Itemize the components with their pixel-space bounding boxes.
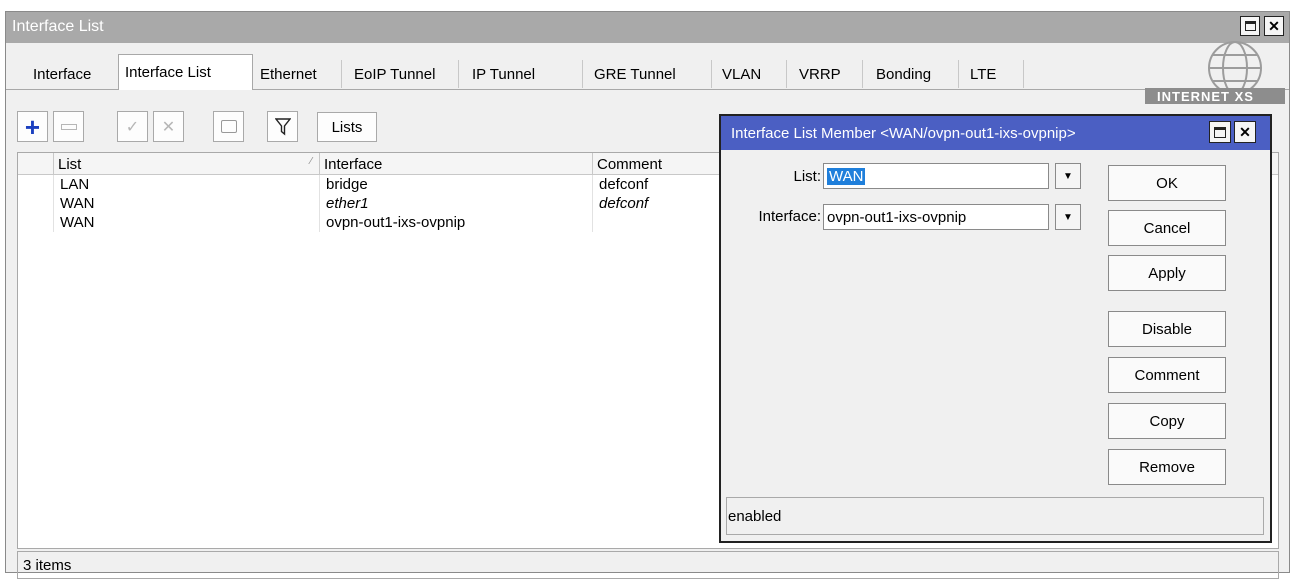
- add-button[interactable]: +: [17, 111, 48, 142]
- minus-icon: [60, 123, 77, 130]
- cancel-button[interactable]: Cancel: [1108, 210, 1226, 246]
- x-icon: ✕: [161, 118, 176, 136]
- cell-list: WAN: [60, 195, 95, 212]
- column-header-list-label: List: [58, 155, 82, 173]
- tab-vrrp[interactable]: VRRP: [793, 60, 863, 88]
- dialog-titlebar[interactable]: Interface List Member <WAN/ovpn-out1-ixs…: [721, 116, 1270, 150]
- list-select[interactable]: WAN: [823, 163, 1049, 189]
- comment-icon: [220, 120, 237, 133]
- dialog-title: Interface List Member <WAN/ovpn-out1-ixs…: [731, 124, 1076, 142]
- interface-label: Interface:: [758, 208, 821, 225]
- window-title: Interface List: [12, 18, 104, 35]
- disable-button[interactable]: ✕: [153, 111, 184, 142]
- list-value: WAN: [827, 167, 866, 185]
- disable-button[interactable]: Disable: [1108, 311, 1226, 347]
- chevron-down-icon: ▼: [1063, 211, 1073, 223]
- remove-button[interactable]: [53, 111, 84, 142]
- dialog-close-button[interactable]: ✕: [1234, 121, 1256, 143]
- interface-dropdown-button[interactable]: ▼: [1055, 204, 1081, 230]
- tab-bonding[interactable]: Bonding: [870, 60, 959, 88]
- tab-vlan[interactable]: VLAN: [716, 60, 787, 88]
- cell-interface: ether1: [326, 195, 369, 212]
- cell-list: LAN: [60, 176, 90, 193]
- logo-text: INTERNET XS: [1157, 89, 1254, 104]
- tab-gre-tunnel[interactable]: GRE Tunnel: [588, 60, 712, 88]
- apply-button[interactable]: Apply: [1108, 255, 1226, 291]
- plus-icon: +: [24, 111, 41, 142]
- window-titlebar[interactable]: Interface List: [6, 12, 1289, 43]
- column-header-list[interactable]: List ⁄: [53, 153, 318, 175]
- list-label: List:: [793, 168, 821, 185]
- check-icon: ✓: [125, 118, 140, 136]
- interface-value: ovpn-out1-ixs-ovpnip: [827, 208, 967, 226]
- dialog-status-bar: enabled: [726, 497, 1264, 535]
- interface-list-member-dialog: Interface List Member <WAN/ovpn-out1-ixs…: [719, 114, 1272, 543]
- filter-button[interactable]: [267, 111, 298, 142]
- comment-button[interactable]: [213, 111, 244, 142]
- cell-list: WAN: [60, 214, 95, 231]
- internet-xs-logo: INTERNET XS: [1145, 20, 1285, 128]
- interface-select[interactable]: ovpn-out1-ixs-ovpnip: [823, 204, 1049, 230]
- copy-button[interactable]: Copy: [1108, 403, 1226, 439]
- header-spacer: [18, 153, 52, 175]
- tab-lte[interactable]: LTE: [964, 60, 1024, 88]
- dialog-maximize-button[interactable]: [1209, 121, 1231, 143]
- tab-interface[interactable]: Interface: [27, 60, 97, 88]
- enable-button[interactable]: ✓: [117, 111, 148, 142]
- tab-eoip-tunnel[interactable]: EoIP Tunnel: [348, 60, 459, 88]
- comment-button[interactable]: Comment: [1108, 357, 1226, 393]
- tab-ip-tunnel[interactable]: IP Tunnel: [466, 60, 583, 88]
- tab-interface-list[interactable]: Interface List: [118, 54, 253, 90]
- maximize-icon: [1214, 126, 1226, 138]
- lists-button[interactable]: Lists: [317, 112, 377, 142]
- globe-icon: [1145, 41, 1285, 104]
- filter-icon: [274, 117, 291, 135]
- cell-interface: bridge: [326, 176, 368, 193]
- sort-indicator-icon: ⁄: [310, 156, 312, 167]
- chevron-down-icon: ▼: [1063, 170, 1073, 182]
- list-dropdown-button[interactable]: ▼: [1055, 163, 1081, 189]
- remove-button[interactable]: Remove: [1108, 449, 1226, 485]
- cell-interface: ovpn-out1-ixs-ovpnip: [326, 214, 466, 231]
- close-icon: ✕: [1239, 124, 1251, 140]
- ok-button[interactable]: OK: [1108, 165, 1226, 201]
- status-bar: 3 items: [17, 551, 1279, 579]
- tab-ethernet[interactable]: Ethernet: [254, 60, 342, 88]
- column-header-interface[interactable]: Interface: [319, 153, 591, 175]
